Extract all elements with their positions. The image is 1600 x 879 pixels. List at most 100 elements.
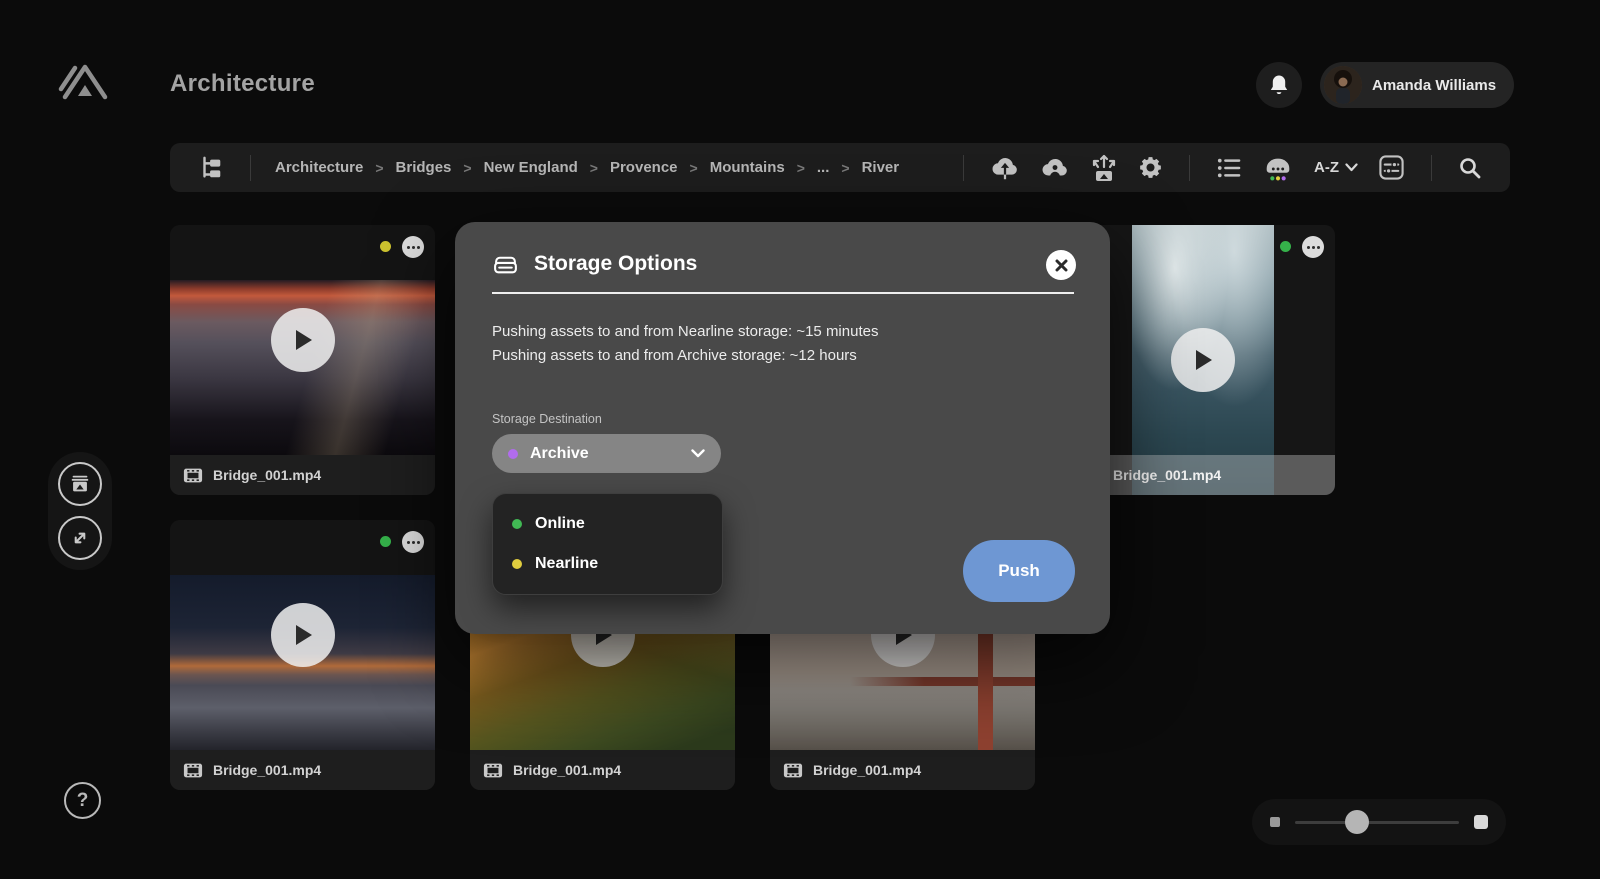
app-logo-icon[interactable] bbox=[58, 58, 110, 102]
play-button[interactable] bbox=[271, 603, 335, 667]
drive-icon bbox=[492, 253, 519, 276]
toolbar-divider bbox=[1189, 155, 1190, 181]
storage-status-button[interactable] bbox=[1262, 154, 1294, 182]
transfers-button[interactable] bbox=[58, 516, 102, 560]
publish-arrows-icon bbox=[1090, 153, 1118, 183]
dropdown-option-nearline[interactable]: Nearline bbox=[493, 544, 722, 584]
help-button[interactable]: ? bbox=[64, 782, 101, 819]
list-icon bbox=[1216, 156, 1242, 180]
asset-footer: Bridge_001.mp4 bbox=[770, 750, 1035, 790]
breadcrumb-item[interactable]: Architecture bbox=[275, 159, 363, 176]
slider-thumb[interactable] bbox=[1345, 810, 1369, 834]
close-icon bbox=[1055, 259, 1068, 272]
breadcrumb-separator: > bbox=[690, 160, 698, 176]
breadcrumb-item-ellipsis[interactable]: ... bbox=[817, 159, 830, 176]
film-icon bbox=[783, 762, 803, 779]
sliders-icon bbox=[1378, 154, 1405, 181]
publish-button[interactable] bbox=[1090, 153, 1118, 183]
slider-track[interactable] bbox=[1295, 821, 1459, 824]
search-button[interactable] bbox=[1458, 156, 1482, 180]
modal-divider bbox=[492, 292, 1074, 294]
online-status-dot bbox=[512, 519, 522, 529]
chevron-down-icon bbox=[691, 449, 705, 458]
storage-destination-select[interactable]: Archive bbox=[492, 434, 721, 473]
sort-label: A-Z bbox=[1314, 159, 1339, 176]
chevron-down-icon bbox=[1345, 163, 1358, 172]
storage-panel-button[interactable] bbox=[58, 462, 102, 506]
info-line: Pushing assets to and from Archive stora… bbox=[492, 344, 1074, 368]
more-options-button[interactable] bbox=[402, 531, 424, 553]
play-icon bbox=[1192, 348, 1214, 372]
breadcrumb-item[interactable]: Bridges bbox=[396, 159, 452, 176]
tree-icon bbox=[198, 155, 224, 181]
asset-filename: Bridge_001.mp4 bbox=[813, 762, 921, 778]
thumbnail-size-slider bbox=[1252, 799, 1506, 845]
status-dot bbox=[1280, 241, 1291, 252]
nearline-status-dot bbox=[512, 559, 522, 569]
breadcrumb: Architecture > Bridges > New England > P… bbox=[275, 159, 899, 176]
user-avatar bbox=[1324, 66, 1362, 104]
storage-info: Pushing assets to and from Nearline stor… bbox=[492, 320, 1074, 368]
asset-thumbnail bbox=[170, 520, 435, 750]
status-dot bbox=[380, 241, 391, 252]
play-button[interactable] bbox=[271, 308, 335, 372]
breadcrumb-separator: > bbox=[841, 160, 849, 176]
option-label: Online bbox=[535, 515, 585, 533]
push-button[interactable]: Push bbox=[963, 540, 1075, 602]
selected-option-label: Archive bbox=[530, 445, 679, 463]
storage-dome-icon bbox=[1262, 154, 1294, 182]
breadcrumb-separator: > bbox=[590, 160, 598, 176]
film-icon bbox=[183, 762, 203, 779]
bell-icon bbox=[1269, 74, 1289, 96]
asset-footer: Bridge_001.mp4 bbox=[170, 455, 435, 495]
breadcrumb-separator: > bbox=[463, 160, 471, 176]
destination-dropdown: Online Nearline bbox=[492, 493, 723, 595]
toolbar-divider bbox=[250, 155, 251, 181]
user-menu[interactable]: Amanda Williams bbox=[1320, 62, 1514, 108]
option-label: Nearline bbox=[535, 555, 598, 573]
play-icon bbox=[292, 623, 314, 647]
upload-button[interactable] bbox=[990, 154, 1020, 182]
play-button[interactable] bbox=[1171, 328, 1235, 392]
dropdown-option-online[interactable]: Online bbox=[493, 504, 722, 544]
film-icon bbox=[183, 467, 203, 484]
breadcrumb-item-current[interactable]: River bbox=[862, 159, 900, 176]
toolbar: Architecture > Bridges > New England > P… bbox=[170, 143, 1510, 192]
asset-card[interactable]: Bridge_001.mp4 bbox=[170, 225, 435, 495]
breadcrumb-item[interactable]: Mountains bbox=[710, 159, 785, 176]
modal-header: Storage Options bbox=[492, 252, 1074, 276]
list-view-button[interactable] bbox=[1216, 156, 1242, 180]
large-thumbnail-icon[interactable] bbox=[1474, 815, 1488, 829]
asset-filename: Bridge_001.mp4 bbox=[213, 467, 321, 483]
asset-footer: Bridge_001.mp4 bbox=[170, 750, 435, 790]
more-options-button[interactable] bbox=[402, 236, 424, 258]
user-name: Amanda Williams bbox=[1372, 77, 1496, 94]
small-thumbnail-icon[interactable] bbox=[1270, 817, 1280, 827]
sort-button[interactable]: A-Z bbox=[1314, 159, 1358, 176]
toolbar-actions: A-Z bbox=[947, 153, 1492, 183]
toolbar-divider bbox=[963, 155, 964, 181]
left-action-rail bbox=[48, 452, 112, 570]
settings-button[interactable] bbox=[1138, 155, 1163, 180]
archive-box-icon bbox=[68, 472, 92, 496]
gear-icon bbox=[1138, 155, 1163, 180]
asset-card[interactable]: Bridge_001.mp4 bbox=[170, 520, 435, 790]
search-icon bbox=[1458, 156, 1482, 180]
cloud-user-icon bbox=[1040, 155, 1070, 181]
more-options-button[interactable] bbox=[1302, 236, 1324, 258]
shared-cloud-button[interactable] bbox=[1040, 155, 1070, 181]
play-icon bbox=[292, 328, 314, 352]
info-line: Pushing assets to and from Nearline stor… bbox=[492, 320, 1074, 344]
breadcrumb-item[interactable]: Provence bbox=[610, 159, 678, 176]
breadcrumb-item[interactable]: New England bbox=[484, 159, 578, 176]
destination-label: Storage Destination bbox=[492, 412, 1074, 426]
collection-tree-button[interactable] bbox=[198, 155, 224, 181]
close-button[interactable] bbox=[1046, 250, 1076, 280]
film-icon bbox=[483, 762, 503, 779]
filter-button[interactable] bbox=[1378, 154, 1405, 181]
archive-status-dot bbox=[508, 449, 518, 459]
asset-filename: Bridge_001.mp4 bbox=[513, 762, 621, 778]
storage-options-modal: Storage Options Pushing assets to and fr… bbox=[455, 222, 1110, 634]
notifications-button[interactable] bbox=[1256, 62, 1302, 108]
help-label: ? bbox=[77, 790, 89, 812]
